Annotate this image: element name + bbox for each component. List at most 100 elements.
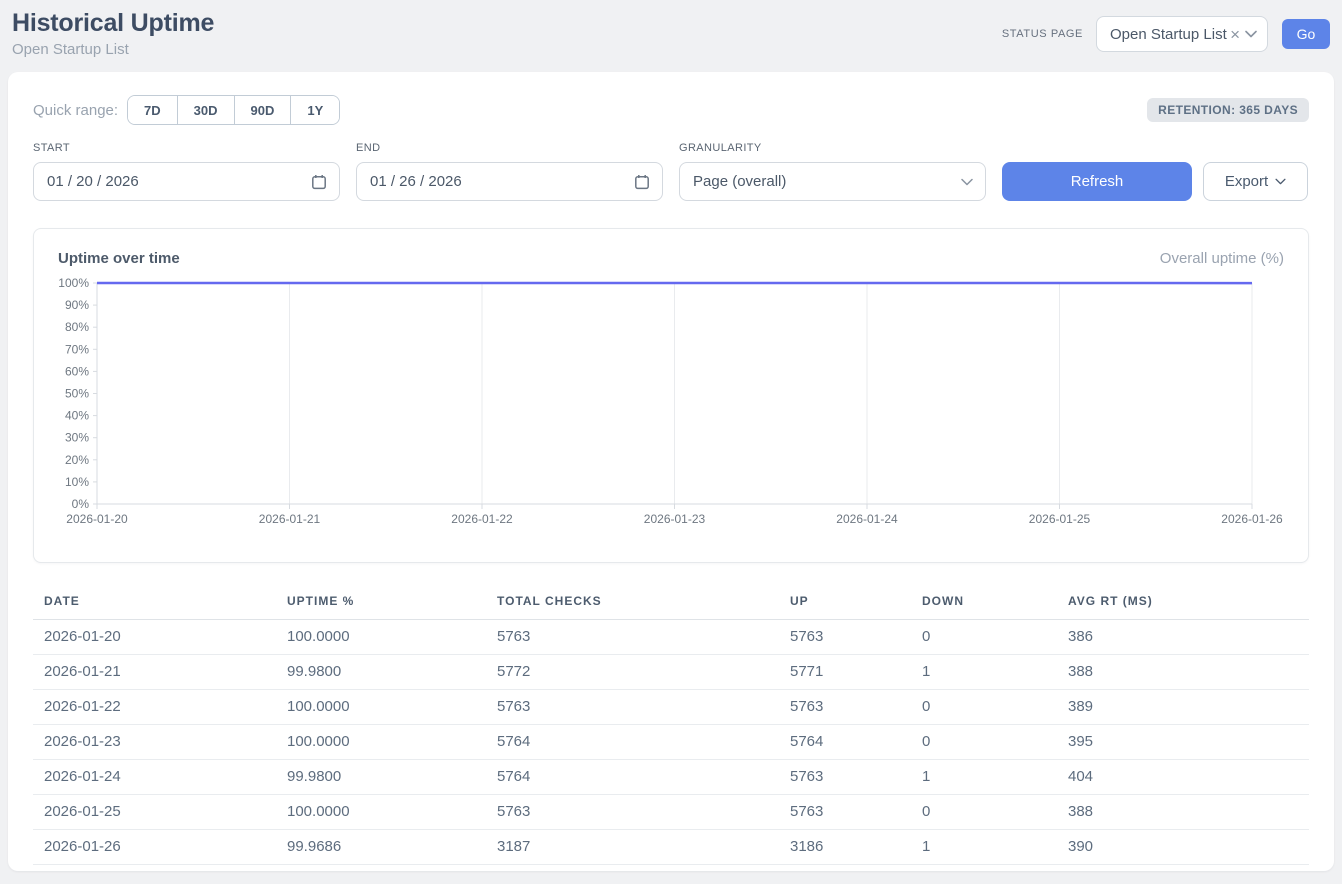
column-header: UP (779, 587, 911, 620)
quick-range-90d[interactable]: 90D (234, 96, 291, 124)
cell-total-checks: 5763 (486, 620, 779, 655)
cell-avg-rt: 404 (1057, 760, 1309, 795)
chart-legend: Overall uptime (%) (1160, 250, 1284, 267)
quick-range-label: Quick range: (33, 102, 118, 119)
cell-avg-rt: 395 (1057, 725, 1309, 760)
svg-text:60%: 60% (65, 364, 89, 378)
svg-text:20%: 20% (65, 453, 89, 467)
cell-total-checks: 5763 (486, 795, 779, 830)
cell-date: 2026-01-21 (33, 655, 276, 690)
column-header: UPTIME % (276, 587, 486, 620)
cell-total-checks: 5764 (486, 725, 779, 760)
filters-row: START 01 / 20 / 2026 END 01 / 26 / 2026 … (33, 142, 1309, 201)
svg-text:0%: 0% (72, 497, 90, 511)
cell-down: 1 (911, 760, 1057, 795)
table-row: 2026-01-2699.9686318731861390 (33, 830, 1309, 865)
uptime-table: DATEUPTIME %TOTAL CHECKSUPDOWNAVG RT (MS… (33, 587, 1309, 865)
cell-avg-rt: 389 (1057, 690, 1309, 725)
cell-uptime-pct: 100.0000 (276, 620, 486, 655)
cell-date: 2026-01-20 (33, 620, 276, 655)
chevron-down-icon (1275, 178, 1286, 185)
table-row: 2026-01-2499.9800576457631404 (33, 760, 1309, 795)
cell-uptime-pct: 100.0000 (276, 725, 486, 760)
cell-date: 2026-01-23 (33, 725, 276, 760)
table-row: 2026-01-25100.0000576357630388 (33, 795, 1309, 830)
uptime-chart: 2026-01-202026-01-212026-01-222026-01-23… (34, 273, 1308, 535)
chart-title: Uptime over time (58, 250, 180, 267)
clear-selection-icon[interactable]: × (1230, 26, 1240, 43)
svg-text:2026-01-22: 2026-01-22 (451, 512, 513, 526)
start-date-value: 01 / 20 / 2026 (47, 173, 311, 190)
column-header: DATE (33, 587, 276, 620)
granularity-select[interactable]: Page (overall) (679, 162, 986, 201)
status-page-label: STATUS PAGE (1002, 28, 1083, 40)
cell-down: 1 (911, 655, 1057, 690)
svg-text:10%: 10% (65, 475, 89, 489)
end-date-input[interactable]: 01 / 26 / 2026 (356, 162, 663, 201)
go-button[interactable]: Go (1282, 19, 1330, 49)
cell-date: 2026-01-26 (33, 830, 276, 865)
start-date-input[interactable]: 01 / 20 / 2026 (33, 162, 340, 201)
table-row: 2026-01-23100.0000576457640395 (33, 725, 1309, 760)
cell-avg-rt: 386 (1057, 620, 1309, 655)
table-row: 2026-01-22100.0000576357630389 (33, 690, 1309, 725)
uptime-chart-card: Uptime over time Overall uptime (%) 2026… (33, 228, 1309, 563)
page-title: Historical Uptime (12, 9, 214, 38)
cell-down: 0 (911, 690, 1057, 725)
column-header: DOWN (911, 587, 1057, 620)
table-row: 2026-01-20100.0000576357630386 (33, 620, 1309, 655)
granularity-value: Page (overall) (693, 173, 961, 190)
cell-down: 0 (911, 620, 1057, 655)
quick-range-7d[interactable]: 7D (128, 96, 177, 124)
granularity-label: GRANULARITY (679, 142, 986, 154)
quick-range-1y[interactable]: 1Y (290, 96, 339, 124)
cell-uptime-pct: 99.9800 (276, 655, 486, 690)
export-button[interactable]: Export (1203, 162, 1308, 201)
cell-down: 1 (911, 830, 1057, 865)
export-button-label: Export (1225, 173, 1268, 190)
cell-up: 3186 (779, 830, 911, 865)
svg-text:2026-01-26: 2026-01-26 (1221, 512, 1283, 526)
column-header: TOTAL CHECKS (486, 587, 779, 620)
status-page-selected-value: Open Startup List (1110, 26, 1230, 43)
cell-avg-rt: 390 (1057, 830, 1309, 865)
quick-range-30d[interactable]: 30D (177, 96, 234, 124)
cell-avg-rt: 388 (1057, 795, 1309, 830)
page-header: Historical Uptime Open Startup List STAT… (0, 0, 1342, 64)
page-subtitle: Open Startup List (12, 41, 129, 58)
svg-text:30%: 30% (65, 431, 89, 445)
cell-up: 5763 (779, 795, 911, 830)
column-header: AVG RT (MS) (1057, 587, 1309, 620)
cell-uptime-pct: 99.9686 (276, 830, 486, 865)
svg-text:40%: 40% (65, 409, 89, 423)
start-date-label: START (33, 142, 340, 154)
cell-up: 5771 (779, 655, 911, 690)
cell-up: 5763 (779, 620, 911, 655)
cell-up: 5764 (779, 725, 911, 760)
calendar-icon[interactable] (311, 174, 327, 190)
svg-text:2026-01-25: 2026-01-25 (1029, 512, 1091, 526)
calendar-icon[interactable] (634, 174, 650, 190)
granularity-field: GRANULARITY Page (overall) (679, 142, 986, 201)
svg-text:2026-01-21: 2026-01-21 (259, 512, 321, 526)
cell-up: 5763 (779, 690, 911, 725)
cell-date: 2026-01-24 (33, 760, 276, 795)
status-page-select[interactable]: Open Startup List × (1096, 16, 1268, 52)
svg-text:70%: 70% (65, 342, 89, 356)
cell-up: 5763 (779, 760, 911, 795)
cell-total-checks: 3187 (486, 830, 779, 865)
end-date-label: END (356, 142, 663, 154)
end-date-field: END 01 / 26 / 2026 (356, 142, 663, 201)
main-panel: Quick range: 7D30D90D1Y RETENTION: 365 D… (8, 72, 1334, 871)
chevron-down-icon (961, 178, 973, 186)
chevron-down-icon (1245, 30, 1257, 38)
refresh-button[interactable]: Refresh (1002, 162, 1192, 201)
cell-total-checks: 5772 (486, 655, 779, 690)
table-header-row: DATEUPTIME %TOTAL CHECKSUPDOWNAVG RT (MS… (33, 587, 1309, 620)
svg-text:2026-01-24: 2026-01-24 (836, 512, 898, 526)
svg-text:80%: 80% (65, 320, 89, 334)
quick-range-row: Quick range: 7D30D90D1Y RETENTION: 365 D… (33, 95, 1309, 125)
cell-down: 0 (911, 725, 1057, 760)
cell-date: 2026-01-22 (33, 690, 276, 725)
quick-range-group: 7D30D90D1Y (127, 95, 340, 125)
